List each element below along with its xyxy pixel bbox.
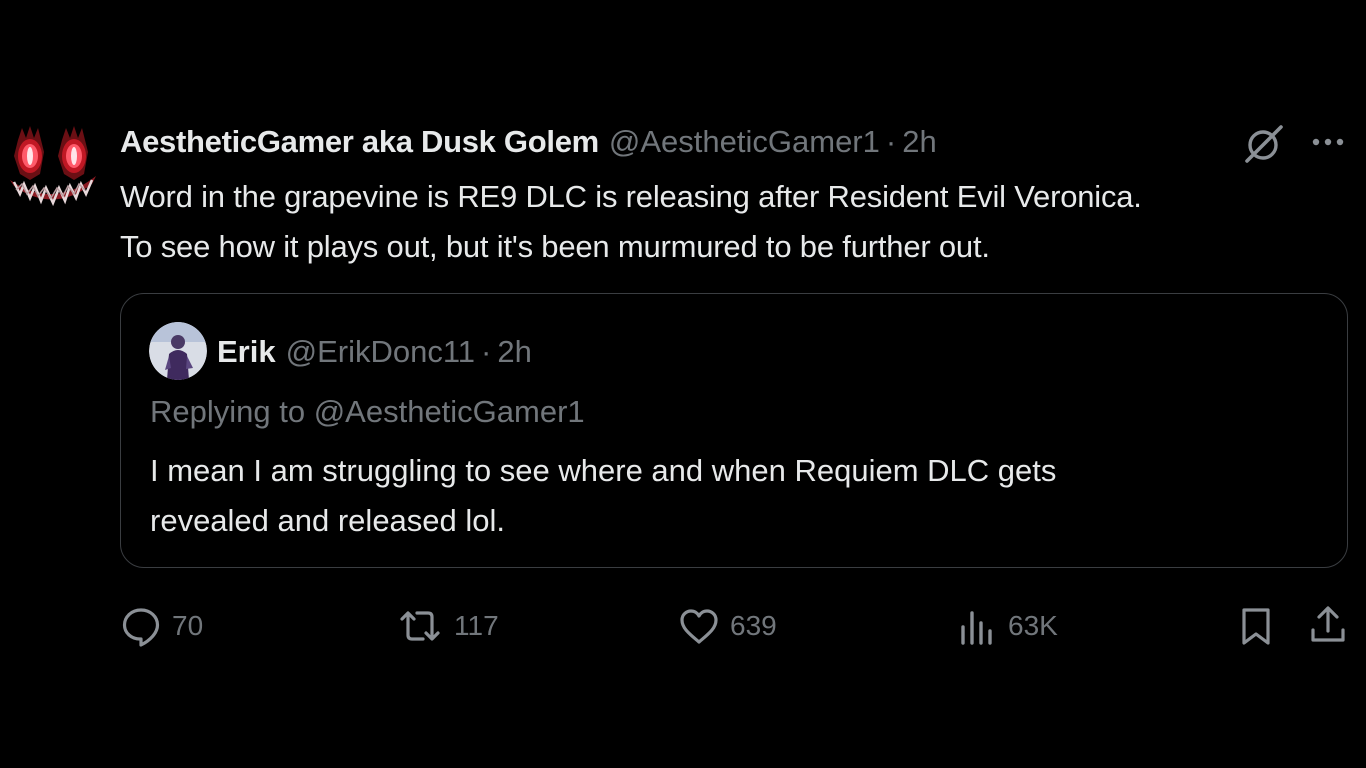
reply-button[interactable]: 70 <box>120 604 203 648</box>
quote-header-separator: · <box>481 334 492 369</box>
heart-icon <box>678 605 720 647</box>
bookmark-icon[interactable] <box>1238 606 1274 646</box>
tweet-text-line-2: To see how it plays out, but it's been m… <box>120 229 990 264</box>
repost-count: 117 <box>454 610 499 641</box>
author-handle[interactable]: @AestheticGamer1 <box>609 122 880 162</box>
quote-author-name[interactable]: Erik <box>217 332 276 372</box>
header-separator: · <box>885 124 897 159</box>
quote-text-line-1: I mean I am struggling to see where and … <box>150 453 1057 488</box>
tweet-text: Word in the grapevine is RE9 DLC is rele… <box>120 172 1340 272</box>
share-icon[interactable] <box>1308 604 1348 646</box>
author-name[interactable]: AestheticGamer aka Dusk Golem <box>120 122 599 162</box>
author-avatar[interactable] <box>8 124 98 208</box>
like-count: 639 <box>730 610 777 641</box>
views-button[interactable]: 63K <box>958 604 1058 648</box>
views-count: 63K <box>1008 610 1058 641</box>
quoted-tweet[interactable]: Erik @ErikDonc11 · 2h Replying to @Aesth… <box>120 293 1348 568</box>
reply-count: 70 <box>172 610 204 641</box>
tweet-time[interactable]: 2h <box>902 122 936 162</box>
quote-replying-to[interactable]: Replying to @AestheticGamer1 <box>150 392 585 432</box>
reply-icon <box>120 605 162 647</box>
quote-author-handle[interactable]: @ErikDonc11 <box>286 332 475 372</box>
quote-time[interactable]: 2h <box>497 332 531 372</box>
quote-text-line-2: revealed and released lol. <box>150 503 506 538</box>
quote-header: Erik @ErikDonc11 · 2h <box>217 332 532 372</box>
views-icon <box>958 605 998 647</box>
tweet: AestheticGamer aka Dusk Golem @Aesthetic… <box>0 0 1366 768</box>
quote-text: I mean I am struggling to see where and … <box>150 446 1056 546</box>
like-button[interactable]: 639 <box>678 604 777 648</box>
tweet-header: AestheticGamer aka Dusk Golem @Aesthetic… <box>120 122 937 162</box>
grok-icon[interactable] <box>1243 124 1285 164</box>
tweet-text-line-1: Word in the grapevine is RE9 DLC is rele… <box>120 179 1142 214</box>
quote-author-avatar[interactable] <box>149 322 207 380</box>
repost-button[interactable]: 117 <box>396 604 499 648</box>
more-icon[interactable] <box>1306 126 1350 158</box>
retweet-icon <box>396 605 444 647</box>
